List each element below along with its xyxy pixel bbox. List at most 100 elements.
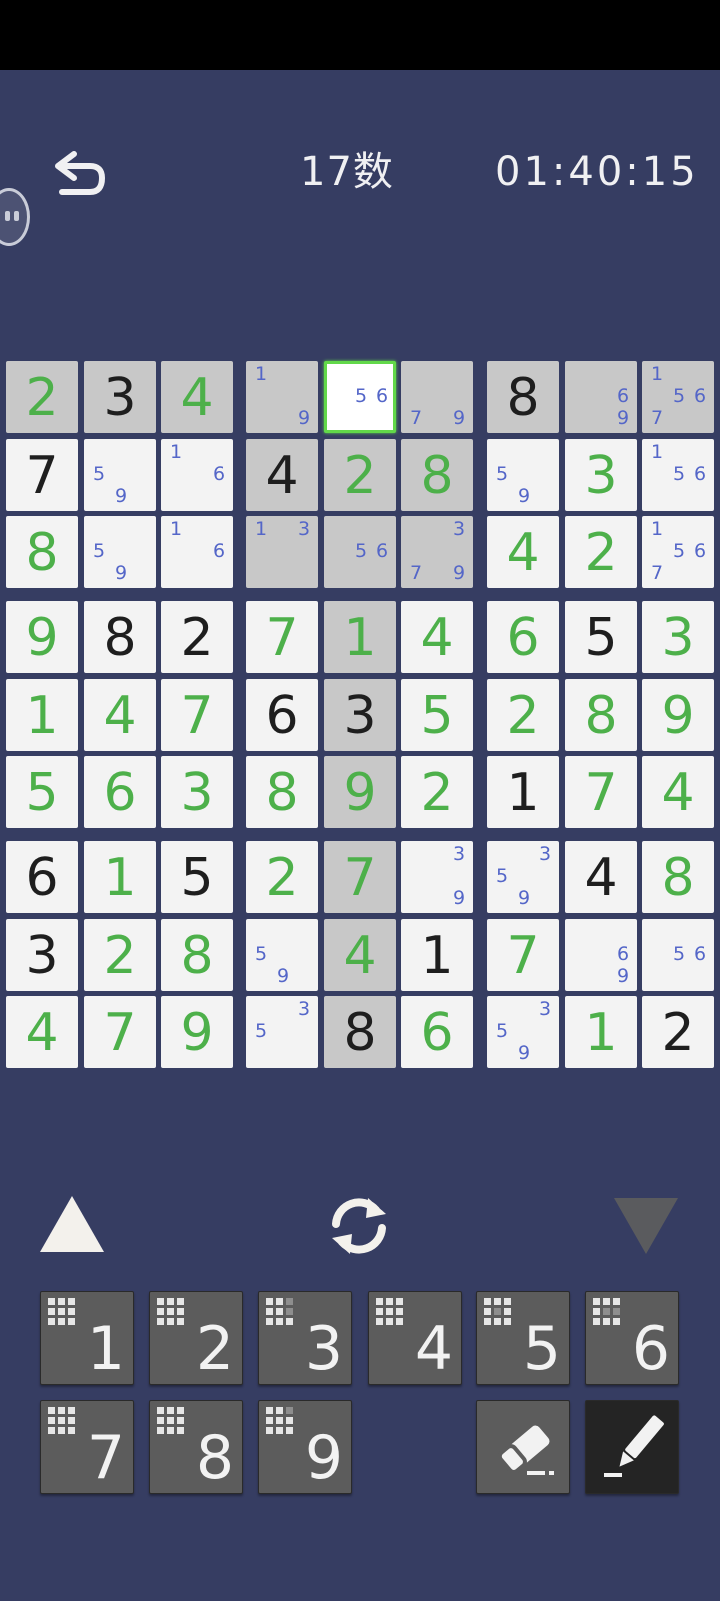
- board-cell[interactable]: 4: [324, 919, 396, 991]
- number-key-5[interactable]: 5: [476, 1291, 570, 1385]
- board-cell[interactable]: 6: [246, 679, 318, 751]
- board-cell[interactable]: 5: [565, 601, 637, 673]
- entered-digit: 7: [343, 848, 377, 908]
- board-cell[interactable]: 9: [642, 679, 714, 751]
- board-cell[interactable]: 69: [565, 919, 637, 991]
- number-key-6[interactable]: 6: [585, 1291, 679, 1385]
- board-cell[interactable]: 2: [246, 841, 318, 913]
- board-cell[interactable]: 16: [161, 516, 233, 588]
- number-key-1[interactable]: 1: [40, 1291, 134, 1385]
- board-cell[interactable]: 7: [487, 919, 559, 991]
- board-cell[interactable]: 59: [84, 516, 156, 588]
- board-cell[interactable]: 2: [84, 919, 156, 991]
- board-cell[interactable]: 56: [324, 516, 396, 588]
- number-key-9[interactable]: 9: [258, 1400, 352, 1494]
- board-cell[interactable]: 8: [6, 516, 78, 588]
- board-cell[interactable]: 4: [401, 601, 473, 673]
- board-cell[interactable]: 13: [246, 516, 318, 588]
- board-cell[interactable]: 8: [487, 361, 559, 433]
- board-cell[interactable]: 2: [565, 516, 637, 588]
- board-cell[interactable]: 8: [642, 841, 714, 913]
- board-cell[interactable]: 7: [324, 841, 396, 913]
- number-key-4[interactable]: 4: [368, 1291, 462, 1385]
- board-cell[interactable]: 7: [6, 439, 78, 511]
- board-cell[interactable]: 3: [565, 439, 637, 511]
- board-cell[interactable]: 1567: [642, 516, 714, 588]
- board-cell[interactable]: 3 59: [487, 996, 559, 1068]
- number-key-7[interactable]: 7: [40, 1400, 134, 1494]
- board-cell[interactable]: 2: [401, 756, 473, 828]
- board-cell[interactable]: 156: [642, 439, 714, 511]
- board-cell[interactable]: 19: [246, 361, 318, 433]
- selected-cell[interactable]: 56: [324, 361, 396, 433]
- board-cell[interactable]: 8: [246, 756, 318, 828]
- board-cell[interactable]: 9: [6, 601, 78, 673]
- board-cell[interactable]: 3: [324, 679, 396, 751]
- board-cell[interactable]: 2: [487, 679, 559, 751]
- board-cell[interactable]: 6: [6, 841, 78, 913]
- board-cell[interactable]: 8: [161, 919, 233, 991]
- board-cell[interactable]: 4: [642, 756, 714, 828]
- number-key-2[interactable]: 2: [149, 1291, 243, 1385]
- board-cell[interactable]: 3: [161, 756, 233, 828]
- number-key-3[interactable]: 3: [258, 1291, 352, 1385]
- candidate-note: 9: [616, 407, 630, 429]
- board-cell[interactable]: 2: [324, 439, 396, 511]
- board-cell[interactable]: 1: [487, 756, 559, 828]
- board-cell[interactable]: 7: [565, 756, 637, 828]
- board-cell[interactable]: 9: [324, 756, 396, 828]
- board-cell[interactable]: 8: [324, 996, 396, 1068]
- board-cell[interactable]: 1: [565, 996, 637, 1068]
- board-cell[interactable]: 4: [84, 679, 156, 751]
- board-cell[interactable]: 7: [161, 679, 233, 751]
- eraser-button[interactable]: [476, 1400, 570, 1494]
- board-cell[interactable]: 8: [565, 679, 637, 751]
- board-cell[interactable]: 79: [401, 361, 473, 433]
- entered-digit: 8: [661, 848, 695, 908]
- board-cell[interactable]: 9: [161, 996, 233, 1068]
- board-cell[interactable]: 4: [6, 996, 78, 1068]
- board-cell[interactable]: 1: [6, 679, 78, 751]
- board-cell[interactable]: 6: [401, 996, 473, 1068]
- pencil-button[interactable]: [585, 1400, 679, 1494]
- board-cell[interactable]: 56: [642, 919, 714, 991]
- board-cell[interactable]: 1: [84, 841, 156, 913]
- board-cell[interactable]: 4: [246, 439, 318, 511]
- board-cell[interactable]: 2: [6, 361, 78, 433]
- board-cell[interactable]: 2: [642, 996, 714, 1068]
- board-cell[interactable]: 3 59: [487, 841, 559, 913]
- board-cell[interactable]: 3: [84, 361, 156, 433]
- board-cell[interactable]: 4: [487, 516, 559, 588]
- board-cell[interactable]: 59: [487, 439, 559, 511]
- board-cell[interactable]: 7: [246, 601, 318, 673]
- board-cell[interactable]: 6: [487, 601, 559, 673]
- board-cell[interactable]: 59: [84, 439, 156, 511]
- board-cell[interactable]: 1: [324, 601, 396, 673]
- board-cell[interactable]: 69: [565, 361, 637, 433]
- board-cell[interactable]: 3 7 9: [401, 516, 473, 588]
- board-cell[interactable]: 8: [401, 439, 473, 511]
- candidate-note: 6: [693, 540, 707, 562]
- board-cell[interactable]: 59: [246, 919, 318, 991]
- board-cell[interactable]: 2: [161, 601, 233, 673]
- board-cell[interactable]: 1: [401, 919, 473, 991]
- board-cell[interactable]: 39: [401, 841, 473, 913]
- entered-digit: 9: [661, 686, 695, 746]
- board-cell[interactable]: 5: [161, 841, 233, 913]
- board-cell[interactable]: 4: [565, 841, 637, 913]
- board-cell[interactable]: 6: [84, 756, 156, 828]
- triangle-up-icon[interactable]: [40, 1196, 104, 1252]
- board-cell[interactable]: 1567: [642, 361, 714, 433]
- board-cell[interactable]: 8: [84, 601, 156, 673]
- number-key-8[interactable]: 8: [149, 1400, 243, 1494]
- board-cell[interactable]: 3: [6, 919, 78, 991]
- board-cell[interactable]: 3: [642, 601, 714, 673]
- board-cell[interactable]: 5: [6, 756, 78, 828]
- board-cell[interactable]: 16: [161, 439, 233, 511]
- refresh-button[interactable]: [324, 1194, 394, 1258]
- board-cell[interactable]: 7: [84, 996, 156, 1068]
- board-cell[interactable]: 5: [401, 679, 473, 751]
- triangle-down-icon[interactable]: [614, 1198, 678, 1254]
- board-cell[interactable]: 4: [161, 361, 233, 433]
- board-cell[interactable]: 35: [246, 996, 318, 1068]
